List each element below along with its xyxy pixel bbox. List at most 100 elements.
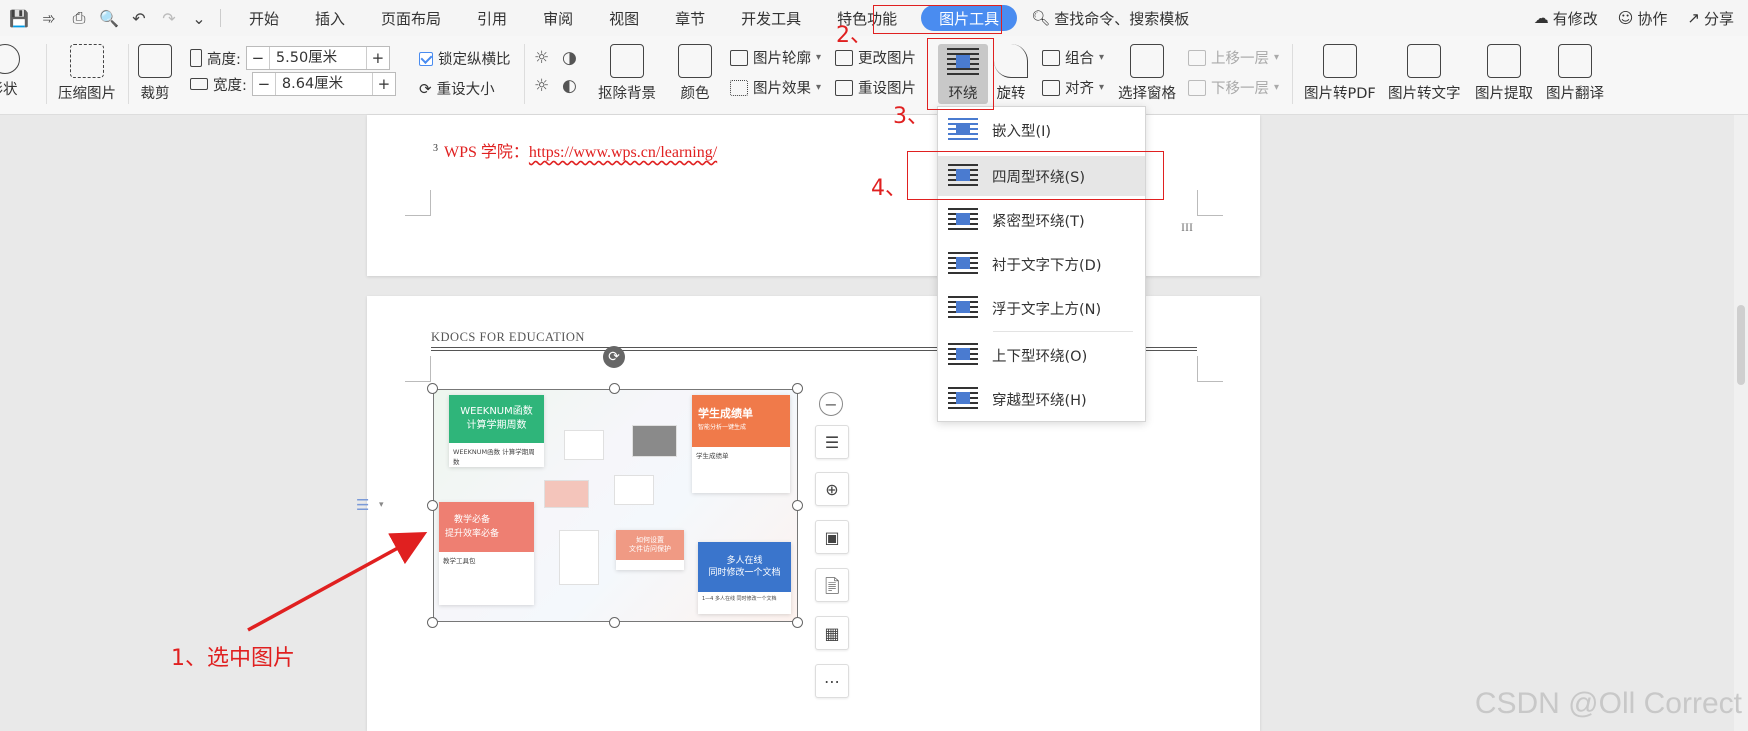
- change-picture-button[interactable]: 更改图片: [835, 47, 916, 68]
- width-value[interactable]: 8.64厘米: [274, 73, 373, 95]
- change-picture-label: 更改图片: [858, 51, 916, 67]
- card-header: 多人在线 同时修改一个文档: [698, 542, 791, 592]
- top-right-actions: ☁ 有修改 ☺ 协作 ↗ 分享: [1534, 0, 1734, 36]
- bring-forward-icon: [1188, 49, 1206, 66]
- picture-to-text-button[interactable]: 图片转文字: [1388, 44, 1461, 103]
- menu-item-tight[interactable]: 紧密型环绕(T): [938, 200, 1145, 240]
- reset-size-label: 重设大小: [436, 82, 495, 98]
- picture-effect-button[interactable]: 图片效果 ▾: [730, 77, 821, 98]
- group-button[interactable]: 组合 ▾: [1042, 47, 1104, 68]
- compress-picture-button[interactable]: 压缩图片: [58, 44, 116, 103]
- picture-to-text-icon: [1407, 44, 1442, 78]
- changes-button[interactable]: ☁ 有修改: [1534, 8, 1598, 29]
- crop-button[interactable]: 裁剪: [138, 44, 172, 103]
- vertical-scrollbar[interactable]: [1734, 115, 1748, 731]
- save-icon[interactable]: 💾: [6, 5, 32, 31]
- tab-page-layout[interactable]: 页面布局: [363, 0, 459, 36]
- menu-item-in-front-of-text[interactable]: 浮于文字上方(N): [938, 288, 1145, 328]
- layout-options-button[interactable]: ☰: [815, 425, 849, 459]
- resize-handle[interactable]: [427, 500, 438, 511]
- resize-handle[interactable]: [609, 617, 620, 628]
- rotate-button[interactable]: 旋转: [994, 44, 1028, 103]
- annotation-step3: 3、: [893, 104, 929, 129]
- paragraph-layout-icon[interactable]: ☰: [356, 496, 369, 514]
- more-options-button[interactable]: ⋯: [815, 664, 849, 698]
- picture-outline-button[interactable]: 图片轮廓 ▾: [730, 47, 821, 68]
- divider: [46, 44, 47, 104]
- print-preview-icon[interactable]: 🔍: [96, 5, 122, 31]
- lock-ratio-checkbox[interactable]: 锁定纵横比: [419, 48, 511, 69]
- selection-pane-button[interactable]: 选择窗格: [1118, 44, 1176, 103]
- bring-forward-button[interactable]: 上移一层 ▾: [1188, 47, 1279, 68]
- resize-handle[interactable]: [792, 500, 803, 511]
- menu-item-through[interactable]: 穿越型环绕(H): [938, 379, 1145, 419]
- annotation-box-wrap: [927, 38, 994, 110]
- menu-item-inline[interactable]: 嵌入型(I): [938, 110, 1145, 150]
- divider: [1292, 44, 1293, 104]
- tab-references[interactable]: 引用: [459, 0, 525, 36]
- height-decrease-button[interactable]: −: [247, 49, 269, 67]
- resize-handle[interactable]: [792, 383, 803, 394]
- height-value[interactable]: 5.50厘米: [268, 47, 367, 69]
- color-button[interactable]: 颜色: [678, 44, 712, 103]
- resize-handle[interactable]: [609, 383, 620, 394]
- picture-extract-button[interactable]: 图片提取: [1475, 44, 1533, 103]
- change-picture-icon: ▦: [824, 623, 840, 643]
- footnote-link[interactable]: https://www.wps.cn/learning/: [529, 144, 717, 161]
- send-backward-button[interactable]: 下移一层 ▾: [1188, 77, 1279, 98]
- resize-handle[interactable]: [792, 617, 803, 628]
- tab-insert[interactable]: 插入: [297, 0, 363, 36]
- reset-size-button[interactable]: ⟳ 重设大小: [419, 78, 495, 99]
- redo-icon[interactable]: ↷: [156, 5, 182, 31]
- width-field[interactable]: − 8.64厘米 +: [251, 72, 396, 96]
- tab-developer[interactable]: 开发工具: [723, 0, 819, 36]
- collaborate-button[interactable]: ☺ 协作: [1618, 8, 1668, 29]
- tab-home[interactable]: 开始: [231, 0, 297, 36]
- width-increase-button[interactable]: +: [373, 75, 395, 93]
- height-field[interactable]: − 5.50厘米 +: [245, 46, 390, 70]
- format-painter-icon[interactable]: ➾: [36, 5, 62, 31]
- resize-handle[interactable]: [427, 383, 438, 394]
- tab-view[interactable]: 视图: [591, 0, 657, 36]
- menu-item-behind-text[interactable]: 衬于文字下方(D): [938, 244, 1145, 284]
- share-label: 分享: [1703, 9, 1734, 28]
- reset-picture-button[interactable]: 重设图片: [835, 77, 916, 98]
- print-icon[interactable]: ⎙: [66, 5, 92, 31]
- selected-picture[interactable]: WEEKNUM函数 计算学期周数 WEEKNUM函数 计算学期周数 学生成绩单 …: [433, 389, 798, 622]
- customize-dropdown-icon[interactable]: ⌄: [186, 5, 212, 31]
- align-icon: [1042, 79, 1060, 96]
- command-search[interactable]: 🔍︎ 查找命令、搜索模板: [1031, 8, 1189, 29]
- align-button[interactable]: 对齐 ▾: [1042, 77, 1104, 98]
- margin-corner-mark: [405, 356, 431, 382]
- card-header: 教学必备 提升效率必备: [439, 502, 534, 552]
- brightness-up-button[interactable]: ☼: [534, 48, 549, 68]
- undo-icon[interactable]: ↶: [126, 5, 152, 31]
- collapse-quick-toolbar-button[interactable]: −: [819, 392, 843, 416]
- crop-picture-button[interactable]: ▣: [815, 520, 849, 554]
- picture-translate-button[interactable]: 图片翻译: [1546, 44, 1604, 103]
- shape-button[interactable]: 形状: [0, 44, 20, 99]
- change-picture-quick-button[interactable]: ▦: [815, 616, 849, 650]
- share-button[interactable]: ↗ 分享: [1687, 8, 1734, 29]
- remove-background-button[interactable]: 抠除背景: [598, 44, 656, 103]
- picture-to-pdf-button[interactable]: 图片转PDF: [1304, 44, 1376, 103]
- scrollbar-thumb[interactable]: [1737, 305, 1745, 385]
- picture-to-pdf-icon: [1322, 44, 1357, 78]
- chevron-down-icon[interactable]: ▾: [379, 500, 384, 510]
- in-front-of-text-icon: [948, 296, 978, 320]
- tab-sections[interactable]: 章节: [657, 0, 723, 36]
- contrast-up-button[interactable]: ☼: [534, 76, 549, 96]
- contrast-down-button[interactable]: ◐: [562, 76, 577, 96]
- card-text: 学生成绩单: [696, 452, 729, 460]
- picture-translate-icon: [1558, 44, 1592, 78]
- tab-review[interactable]: 审阅: [525, 0, 591, 36]
- zoom-picture-button[interactable]: ⊕: [815, 472, 849, 506]
- picture-to-text-quick-button[interactable]: 📄︎: [815, 568, 849, 602]
- width-decrease-button[interactable]: −: [253, 75, 275, 93]
- rotate-handle[interactable]: ⟳: [603, 346, 625, 368]
- resize-handle[interactable]: [427, 617, 438, 628]
- menu-item-top-bottom[interactable]: 上下型环绕(O): [938, 335, 1145, 375]
- image-thumbnail: [564, 430, 604, 460]
- height-increase-button[interactable]: +: [367, 49, 389, 67]
- brightness-down-button[interactable]: ◑: [562, 48, 577, 68]
